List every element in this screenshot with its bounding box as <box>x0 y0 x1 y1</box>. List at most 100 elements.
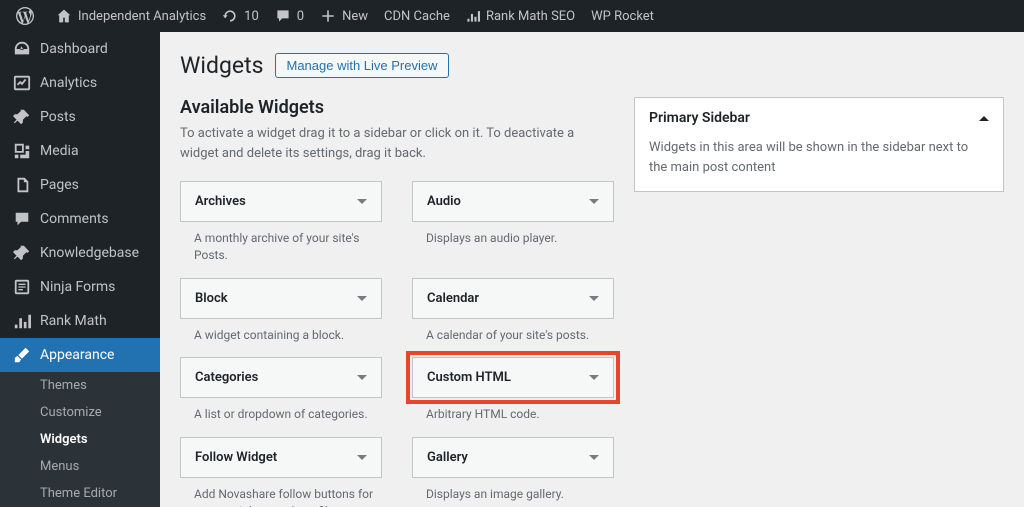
site-name-link[interactable]: Independent Analytics <box>48 0 214 32</box>
wordpress-icon <box>16 7 34 25</box>
updates-link[interactable]: 10 <box>214 0 267 32</box>
chevron-down-icon <box>357 375 367 380</box>
updates-count: 10 <box>244 9 259 24</box>
home-icon <box>56 8 72 24</box>
refresh-icon <box>222 8 238 24</box>
sidebar-item-label: Comments <box>40 211 109 227</box>
sidebar-item-label: Appearance <box>40 347 114 363</box>
chevron-down-icon <box>589 296 599 301</box>
analytics-icon <box>12 74 32 92</box>
comment-icon <box>275 8 291 24</box>
page-title: Widgets <box>180 52 263 79</box>
sidebar-item-label: Knowledgebase <box>40 245 139 261</box>
dashboard-icon <box>12 40 32 58</box>
new-link[interactable]: New <box>312 0 376 32</box>
comments-count: 0 <box>297 9 304 24</box>
pages-icon <box>12 176 32 194</box>
rank-icon <box>12 312 32 330</box>
widget-custom-html[interactable]: Custom HTML <box>412 357 614 398</box>
submenu-item-menus[interactable]: Menus <box>0 453 160 480</box>
chevron-up-icon <box>979 116 989 121</box>
widget-desc: A widget containing a block. <box>180 319 382 344</box>
chevron-down-icon <box>357 296 367 301</box>
widget-cell: ArchivesA monthly archive of your site's… <box>180 181 382 264</box>
content-area: Widgets Manage with Live Preview Availab… <box>160 32 1024 507</box>
widget-audio[interactable]: Audio <box>412 181 614 222</box>
widget-name: Categories <box>195 370 258 385</box>
sidebar-item-ninja-forms[interactable]: Ninja Forms <box>0 270 160 304</box>
widget-desc: Displays an image gallery. <box>412 478 614 503</box>
rank-icon <box>466 9 480 23</box>
widget-name: Gallery <box>427 450 468 465</box>
chevron-down-icon <box>589 375 599 380</box>
widget-desc: Add Novashare follow buttons for your so… <box>180 478 382 507</box>
widget-name: Follow Widget <box>195 450 277 465</box>
available-widgets-desc: To activate a widget drag it to a sideba… <box>180 124 614 163</box>
dropzone-desc: Widgets in this area will be shown in th… <box>635 138 1003 191</box>
adminbar-item-1[interactable]: Rank Math SEO <box>458 0 583 32</box>
pin-icon <box>12 108 32 126</box>
widget-name: Audio <box>427 194 461 209</box>
widget-desc: Arbitrary HTML code. <box>412 398 614 423</box>
sidebar-item-label: Analytics <box>40 75 97 91</box>
sidebar-item-label: Pages <box>40 177 79 193</box>
widget-categories[interactable]: Categories <box>180 357 382 398</box>
available-widgets-title: Available Widgets <box>180 97 614 118</box>
form-icon <box>12 278 32 296</box>
sidebar-item-label: Rank Math <box>40 313 107 329</box>
page-header: Widgets Manage with Live Preview <box>180 52 1004 79</box>
widget-desc: A calendar of your site's posts. <box>412 319 614 344</box>
sidebar-item-analytics[interactable]: Analytics <box>0 66 160 100</box>
manage-live-preview-button[interactable]: Manage with Live Preview <box>275 53 448 78</box>
submenu-item-theme-editor[interactable]: Theme Editor <box>0 480 160 507</box>
sidebar-item-pages[interactable]: Pages <box>0 168 160 202</box>
pin-icon <box>12 244 32 262</box>
chevron-down-icon <box>589 455 599 460</box>
adminbar-item-0[interactable]: CDN Cache <box>376 0 458 32</box>
appearance-submenu: ThemesCustomizeWidgetsMenusTheme EditorS… <box>0 372 160 507</box>
widget-cell: Categories A list or dropdown of categori… <box>180 357 382 423</box>
chevron-down-icon <box>357 455 367 460</box>
widget-follow-widget[interactable]: Follow Widget <box>180 437 382 478</box>
new-label: New <box>342 9 368 24</box>
comments-icon <box>12 210 32 228</box>
admin-bar: Independent Analytics 10 0 New CDN Cache… <box>0 0 1024 32</box>
dropzone-title: Primary Sidebar <box>649 110 750 126</box>
sidebar-item-knowledgebase[interactable]: Knowledgebase <box>0 236 160 270</box>
widget-name: Custom HTML <box>427 370 511 385</box>
sidebar-item-label: Posts <box>40 109 76 125</box>
chevron-down-icon <box>357 199 367 204</box>
brush-icon <box>12 346 32 364</box>
chevron-down-icon <box>589 199 599 204</box>
primary-sidebar-dropzone[interactable]: Primary Sidebar Widgets in this area wil… <box>634 97 1004 192</box>
sidebar-item-appearance[interactable]: Appearance <box>0 338 160 372</box>
widget-gallery[interactable]: Gallery <box>412 437 614 478</box>
widget-name: Archives <box>195 194 246 209</box>
sidebar-item-label: Media <box>40 143 79 159</box>
sidebar-item-media[interactable]: Media <box>0 134 160 168</box>
sidebar-item-label: Dashboard <box>40 41 108 57</box>
widget-cell: BlockA widget containing a block. <box>180 278 382 344</box>
sidebar-item-comments[interactable]: Comments <box>0 202 160 236</box>
widget-block[interactable]: Block <box>180 278 382 319</box>
plus-icon <box>320 8 336 24</box>
comments-link[interactable]: 0 <box>267 0 312 32</box>
submenu-item-customize[interactable]: Customize <box>0 399 160 426</box>
sidebar-item-dashboard[interactable]: Dashboard <box>0 32 160 66</box>
widget-cell: Gallery Displays an image gallery. <box>412 437 614 507</box>
widget-cell: Follow Widget Add Novashare follow button… <box>180 437 382 507</box>
submenu-item-widgets[interactable]: Widgets <box>0 426 160 453</box>
widget-archives[interactable]: Archives <box>180 181 382 222</box>
site-name-text: Independent Analytics <box>78 9 206 24</box>
widget-desc: A list or dropdown of categories. <box>180 398 382 423</box>
submenu-item-themes[interactable]: Themes <box>0 372 160 399</box>
wp-logo[interactable] <box>8 0 48 32</box>
widget-cell: Custom HTML Arbitrary HTML code. <box>412 357 614 423</box>
sidebar-item-posts[interactable]: Posts <box>0 100 160 134</box>
sidebar-item-label: Ninja Forms <box>40 279 115 295</box>
widget-calendar[interactable]: Calendar <box>412 278 614 319</box>
adminbar-item-2[interactable]: WP Rocket <box>583 0 662 32</box>
widget-cell: AudioDisplays an audio player. <box>412 181 614 264</box>
admin-sidebar: Dashboard Analytics Posts Media Pages Comment… <box>0 32 160 507</box>
sidebar-item-rank-math[interactable]: Rank Math <box>0 304 160 338</box>
